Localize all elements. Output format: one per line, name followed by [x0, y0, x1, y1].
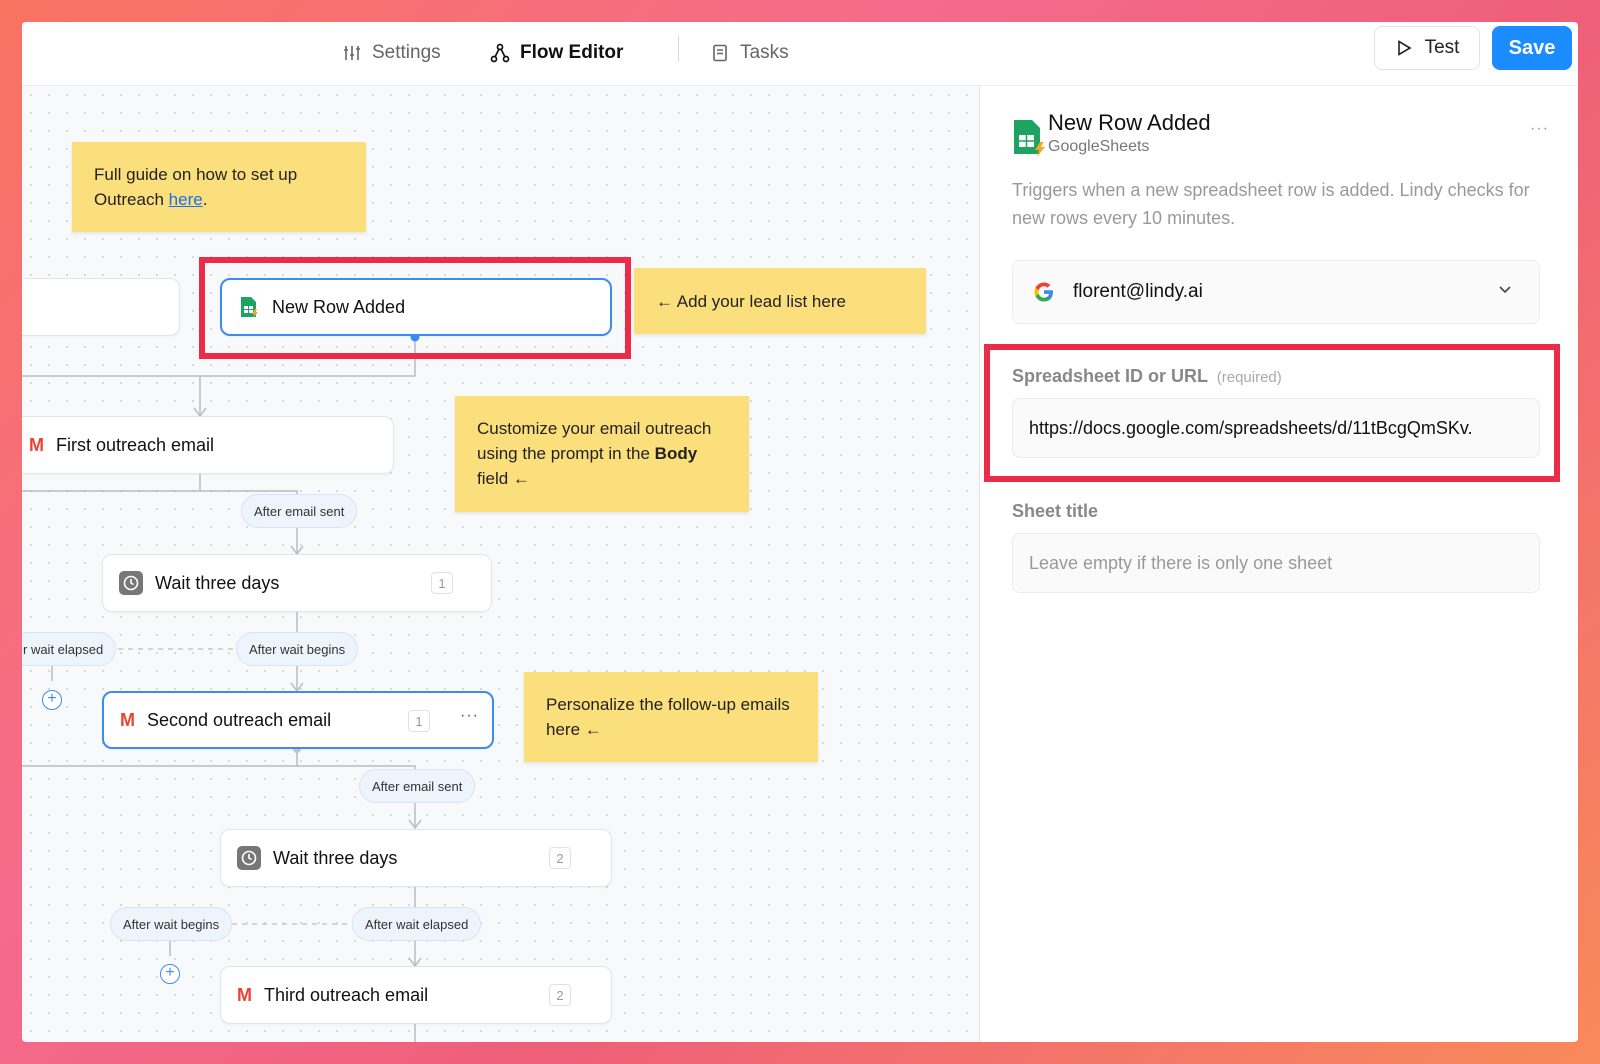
test-button[interactable]: Test [1374, 26, 1480, 70]
tab-flow-editor[interactable]: Flow Editor [490, 36, 623, 70]
offscreen-node[interactable] [22, 278, 180, 336]
flow-icon [490, 43, 510, 63]
pill-after-wait-begins-2[interactable]: After wait begins [110, 907, 233, 941]
flow-canvas[interactable]: Full guide on how to set up Outreach her… [22, 86, 980, 1042]
pill-after-wait-elapsed-1[interactable]: r wait elapsed [22, 632, 117, 666]
wait-node-1-label: Wait three days [155, 572, 280, 593]
guide-link[interactable]: here [169, 190, 203, 209]
gmail-icon: M [29, 434, 44, 455]
third-email-node[interactable]: M Third outreach email 2 [220, 966, 612, 1024]
node-settings-panel: New Row Added GoogleSheets ··· Triggers … [980, 86, 1578, 1042]
tasks-icon [713, 44, 727, 62]
gmail-icon: M [120, 709, 135, 730]
sheet-title-input[interactable]: Leave empty if there is only one sheet [1012, 533, 1540, 593]
guide-note-end: . [202, 190, 208, 209]
wait-node-1-badge: 1 [431, 572, 453, 594]
wait-node-2-label: Wait three days [273, 847, 398, 868]
tab-flow-editor-label: Flow Editor [520, 42, 624, 63]
sliders-icon [344, 46, 360, 60]
account-email: florent@lindy.ai [1073, 281, 1203, 302]
wait-node-2[interactable]: Wait three days 2 [220, 829, 612, 887]
trigger-highlight [199, 257, 631, 359]
save-button[interactable]: Save [1492, 26, 1572, 70]
node-more-button[interactable]: ··· [460, 707, 479, 725]
first-email-node[interactable]: M First outreach email [22, 416, 394, 474]
tab-divider [678, 36, 679, 62]
pill-after-wait-begins-1[interactable]: After wait begins [236, 632, 359, 666]
add-step-icon[interactable]: + [160, 964, 180, 984]
second-email-node-badge: 1 [408, 710, 430, 732]
panel-description: Triggers when a new spreadsheet row is a… [1012, 180, 1530, 228]
tab-tasks-label: Tasks [740, 42, 789, 63]
lead-list-note: ← Add your lead list here [634, 268, 926, 334]
pill-after-email-sent-1[interactable]: After email sent [241, 494, 358, 528]
guide-note: Full guide on how to set up Outreach her… [72, 142, 366, 232]
account-select[interactable]: florent@lindy.ai [1012, 260, 1540, 324]
customize-note: Customize your email outreach using the … [455, 396, 749, 512]
tab-tasks[interactable]: Tasks [710, 36, 789, 70]
panel-subtitle: GoogleSheets [1048, 138, 1150, 155]
wait-node-1[interactable]: Wait three days 1 [102, 554, 492, 612]
wait-node-2-badge: 2 [549, 847, 571, 869]
test-button-label: Test [1424, 37, 1460, 58]
clock-icon [119, 571, 143, 595]
google-icon [1034, 282, 1053, 302]
sheet-title-label: Sheet title [1012, 501, 1099, 521]
spreadsheet-highlight [984, 344, 1560, 482]
panel-title: New Row Added [1048, 110, 1211, 135]
app-window: Settings Flow Editor Tasks Test Save Ful… [22, 22, 1578, 1042]
play-icon [1397, 40, 1412, 56]
customize-note-bold: Body [654, 444, 698, 463]
tab-settings[interactable]: Settings [342, 36, 441, 70]
second-email-node[interactable]: M Second outreach email 1 ··· [102, 691, 494, 749]
second-email-node-label: Second outreach email [147, 709, 332, 730]
chevron-down-icon [1499, 286, 1511, 294]
gmail-icon: M [237, 984, 252, 1005]
tab-settings-label: Settings [372, 42, 441, 63]
customize-note-end: field ← [477, 469, 530, 488]
add-step-icon[interactable]: + [42, 690, 62, 710]
third-email-node-badge: 2 [549, 984, 571, 1006]
personalize-note: Personalize the follow-up emails here ← [524, 672, 818, 762]
google-sheets-icon [1014, 120, 1045, 157]
pill-after-wait-elapsed-2[interactable]: After wait elapsed [352, 907, 482, 941]
pill-after-email-sent-2[interactable]: After email sent [359, 769, 476, 803]
panel-more-button[interactable]: ··· [1530, 120, 1549, 138]
third-email-node-label: Third outreach email [264, 984, 429, 1005]
first-email-node-label: First outreach email [56, 434, 215, 455]
clock-icon [237, 846, 261, 870]
top-bar: Settings Flow Editor Tasks Test Save [22, 22, 1578, 86]
